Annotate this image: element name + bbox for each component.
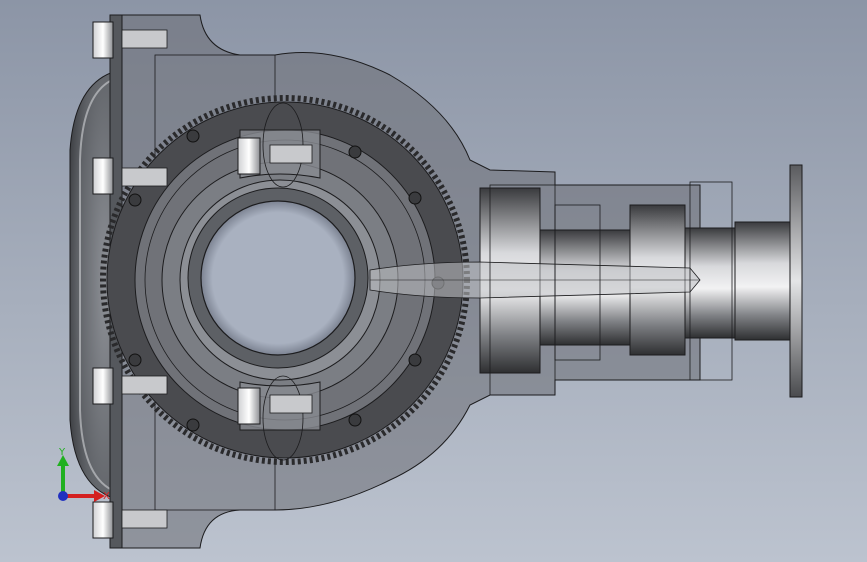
z-axis-dot	[58, 491, 68, 501]
differential-carrier[interactable]	[161, 161, 399, 399]
cad-viewport[interactable]: Y X	[0, 0, 867, 562]
y-axis-label: Y	[58, 447, 66, 458]
axle-bore	[200, 200, 356, 356]
companion-flange[interactable]	[789, 164, 803, 398]
x-axis-label: X	[103, 491, 110, 502]
